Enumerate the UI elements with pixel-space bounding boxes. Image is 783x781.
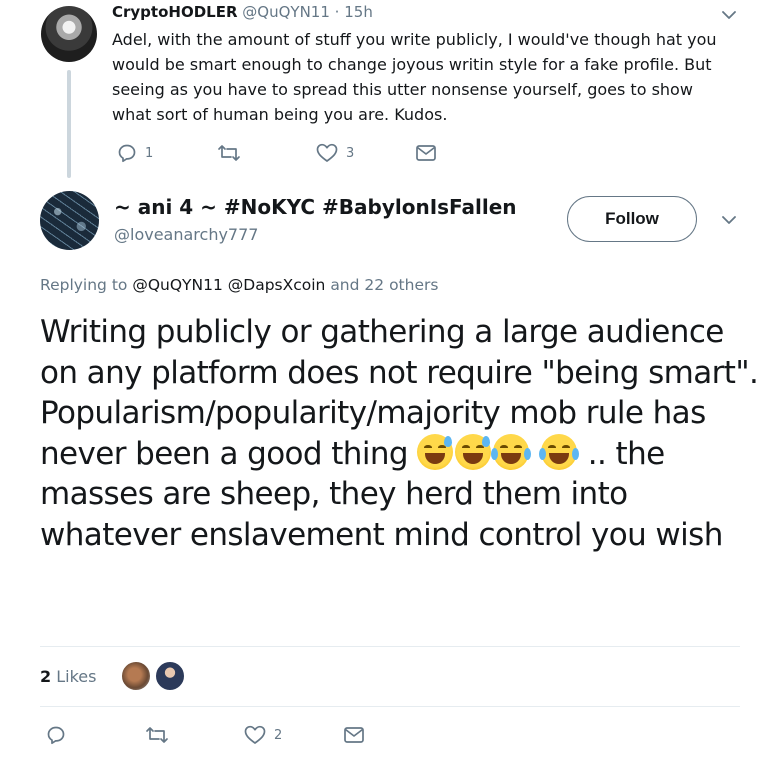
liker-avatar[interactable]: [120, 660, 152, 692]
reply-action-button[interactable]: 1: [117, 143, 153, 163]
message-icon: [415, 144, 437, 162]
grinning-sweat-emoji: [417, 433, 454, 470]
reply-count: 1: [145, 145, 154, 161]
likes-count: 2: [40, 667, 52, 686]
direct-message-button[interactable]: [343, 726, 365, 744]
follow-button[interactable]: Follow: [567, 196, 697, 242]
divider: [40, 706, 740, 707]
replying-and: and: [330, 276, 360, 294]
heart-icon: [244, 725, 266, 745]
heart-icon: [316, 143, 338, 163]
like-count: 2: [274, 727, 283, 743]
main-author-avatar[interactable]: [40, 191, 99, 250]
direct-message-button[interactable]: [415, 144, 437, 162]
main-author-handle[interactable]: @loveanarchy777: [114, 225, 258, 244]
retweet-action-button[interactable]: [217, 143, 249, 163]
thread-line: [67, 70, 71, 178]
replying-prefix: Replying to: [40, 276, 128, 294]
chevron-down-icon[interactable]: [722, 10, 736, 20]
replying-others-link[interactable]: 22 others: [364, 276, 438, 294]
retweet-icon: [145, 725, 169, 745]
retweet-action-button[interactable]: [145, 725, 177, 745]
main-tweet-text: Writing publicly or gathering a large au…: [40, 312, 765, 555]
reply-icon: [46, 725, 66, 745]
like-action-button[interactable]: 2: [244, 725, 282, 745]
reply-action-button[interactable]: [46, 725, 74, 745]
like-count: 3: [346, 145, 355, 161]
replying-to-line: Replying to @QuQYN11 @DapsXcoin and 22 o…: [40, 276, 438, 294]
main-author-name[interactable]: ~ ani 4 ~ #NoKYC #BabylonIsFallen: [114, 195, 517, 219]
reply-separator: ·: [334, 3, 340, 21]
divider: [40, 646, 740, 647]
chevron-down-icon[interactable]: [722, 215, 736, 225]
reply-tweet: CryptoHODLER @QuQYN11 · 15h Adel, with t…: [0, 0, 783, 180]
grinning-sweat-emoji: [455, 433, 492, 470]
tears-of-joy-emoji: [491, 433, 532, 470]
reply-icon: [117, 143, 137, 163]
message-icon: [343, 726, 365, 744]
like-action-button[interactable]: 3: [316, 143, 354, 163]
reply-author-handle[interactable]: @QuQYN11: [242, 3, 330, 21]
retweet-icon: [217, 143, 241, 163]
reply-header: CryptoHODLER @QuQYN11 · 15h: [112, 3, 373, 21]
replying-mentions[interactable]: @QuQYN11 @DapsXcoin: [132, 276, 325, 294]
reply-text: Adel, with the amount of stuff you write…: [112, 30, 717, 124]
tears-of-joy-emoji: [538, 433, 579, 470]
reply-timestamp[interactable]: 15h: [344, 3, 373, 21]
reply-author-avatar[interactable]: [41, 6, 97, 62]
likes-label: Likes: [56, 667, 97, 686]
likes-summary[interactable]: 2 Likes: [40, 667, 96, 686]
liker-avatar[interactable]: [154, 660, 186, 692]
reply-author-name[interactable]: CryptoHODLER: [112, 3, 238, 21]
